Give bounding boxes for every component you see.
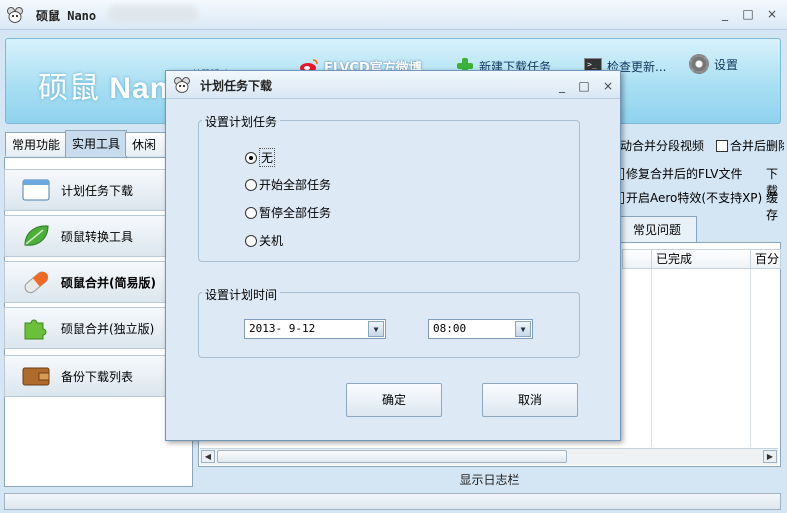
radio-shutdown[interactable]: 关机 [245, 232, 283, 249]
gear-icon [689, 54, 709, 74]
wallet-icon [22, 367, 50, 386]
column-header-percent[interactable]: 百分 [750, 249, 781, 269]
dialog-title: 计划任务下载 [200, 79, 273, 93]
main-title-bar: 硕鼠 Nano _ □ × [0, 0, 787, 30]
option-delete-after-merge[interactable]: 合并后删除 [716, 137, 784, 154]
tab-leisure[interactable]: 休闲游 [125, 132, 167, 156]
radio-none[interactable]: 无 [245, 148, 276, 167]
nav-converter[interactable]: 硕鼠转换工具 [4, 215, 188, 257]
puzzle-icon [24, 319, 47, 340]
column-header-completed[interactable]: 已完成 [651, 249, 751, 269]
radio-start-all[interactable]: 开始全部任务 [245, 176, 331, 193]
date-picker[interactable]: 2013- 9-12 ▼ [244, 319, 386, 339]
nav-label: 计划任务下载 [61, 183, 134, 198]
close-button[interactable]: × [764, 6, 780, 22]
option-merge-segments[interactable]: 动合并分段视频 [620, 137, 704, 154]
tab-common[interactable]: 常用功能 [5, 132, 68, 156]
column-header-blank[interactable] [622, 249, 652, 269]
nav-label: 备份下载列表 [61, 369, 134, 384]
schedule-dialog: 计划任务下载 _ □ × 设置计划任务 无 开始全部任务 暂停全部任务 关机 设… [165, 70, 621, 441]
radio-button[interactable] [245, 206, 257, 219]
scroll-right-arrow-icon[interactable]: ▶ [763, 450, 777, 463]
option-cache-cut: 缓存 [766, 191, 779, 222]
log-toggle-bar[interactable]: 显示日志栏 [198, 470, 781, 490]
app-logo: 硕鼠 Nan [38, 72, 170, 105]
minimize-button[interactable]: _ [717, 6, 733, 22]
time-group-title: 设置计划时间 [202, 286, 281, 303]
dialog-maximize-button[interactable]: □ [576, 78, 592, 94]
nav-merge-standalone[interactable]: 硕鼠合并(独立版) [4, 307, 188, 349]
tab-tools[interactable]: 实用工具 [65, 130, 128, 157]
leaf-icon [24, 225, 49, 246]
radio-button[interactable] [245, 234, 257, 247]
option-aero[interactable]: 开启Aero特效(不支持XP) [618, 189, 762, 206]
tab-faq[interactable]: 常见问题 [617, 216, 697, 242]
checkbox[interactable] [716, 139, 728, 152]
dialog-title-bar: 计划任务下载 _ □ × [166, 71, 620, 99]
window-title: 硕鼠 Nano [36, 9, 97, 23]
chevron-down-icon[interactable]: ▼ [368, 321, 384, 337]
column-divider [750, 269, 751, 447]
column-divider [651, 269, 652, 447]
chevron-down-icon[interactable]: ▼ [515, 321, 531, 337]
dialog-minimize-button[interactable]: _ [554, 78, 570, 94]
radio-button[interactable] [245, 178, 257, 191]
blurred-region [108, 5, 198, 23]
scroll-left-arrow-icon[interactable]: ◀ [201, 450, 215, 463]
nav-backup-list[interactable]: 备份下载列表 [4, 355, 188, 397]
cancel-button[interactable]: 取消 [482, 383, 578, 417]
radio-button[interactable] [245, 151, 257, 164]
status-bar [4, 493, 781, 510]
task-group-title: 设置计划任务 [202, 113, 281, 130]
nav-merge-simple[interactable]: 硕鼠合并(简易版) [4, 261, 188, 303]
nav-scheduled-download[interactable]: 计划任务下载 [4, 169, 188, 211]
time-select[interactable]: 08:00 ▼ [428, 319, 533, 339]
dialog-close-button[interactable]: × [600, 78, 616, 94]
nav-label: 硕鼠转换工具 [61, 229, 134, 244]
mouse-app-icon [174, 77, 190, 93]
mouse-app-icon [7, 7, 23, 23]
capsule-icon [24, 271, 49, 294]
nav-label: 硕鼠合并(独立版) [61, 321, 155, 336]
option-fix-flv[interactable]: 修复合并后的FLV文件 [618, 165, 742, 182]
ok-button[interactable]: 确定 [346, 383, 442, 417]
window-icon [22, 179, 50, 201]
settings-button[interactable]: 设置 [689, 53, 738, 75]
scrollbar-thumb[interactable] [217, 450, 567, 463]
radio-pause-all[interactable]: 暂停全部任务 [245, 204, 331, 221]
nav-label: 硕鼠合并(简易版) [61, 275, 156, 290]
maximize-button[interactable]: □ [740, 6, 756, 22]
